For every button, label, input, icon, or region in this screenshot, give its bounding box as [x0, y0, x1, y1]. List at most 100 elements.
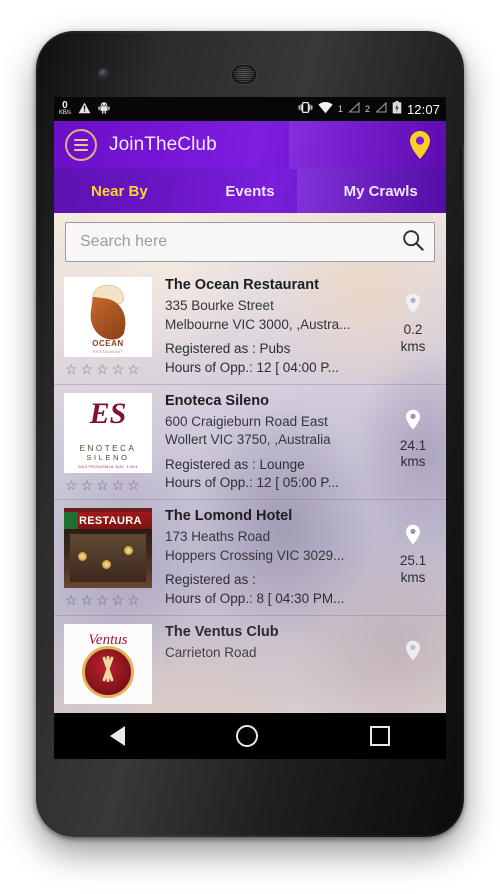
battery-charging-icon	[392, 101, 402, 117]
sim2-signal-icon	[375, 101, 387, 116]
venue-thumbnail-column: OCEAN RESTAURANT ☆ ☆ ☆ ☆ ☆	[64, 277, 156, 376]
status-bar-left-group: 0 KB/s	[54, 101, 110, 116]
venue-distance-unit: kms	[400, 454, 426, 470]
venue-hours: Hours of Opp.: 12 [ 04:00 P...	[165, 359, 339, 375]
warning-triangle-icon	[78, 102, 91, 117]
venue-hours: Hours of Opp.: 12 [ 05:00 P...	[165, 475, 339, 491]
search-bar-container	[54, 213, 446, 269]
location-pin-icon	[405, 409, 421, 435]
earpiece-speaker-icon	[232, 65, 256, 84]
table-row[interactable]: OCEAN RESTAURANT ☆ ☆ ☆ ☆ ☆ The Ocean Res…	[54, 269, 446, 385]
lomond-hotel-photo: RESTAURA	[64, 508, 152, 588]
tab-near-by[interactable]: Near By	[54, 183, 185, 200]
app-title: JoinTheClub	[109, 134, 217, 155]
venue-address-line1: Carrieton Road	[165, 644, 257, 660]
venue-distance-column: 0.2 kms	[388, 277, 438, 356]
venue-meta: Registered as : Hours of Opp.: 8 [ 04:30…	[165, 571, 388, 608]
venue-meta: Registered as : Lounge Hours of Opp.: 12…	[165, 456, 388, 493]
venue-registered-as: Registered as :	[165, 572, 256, 588]
venue-thumbnail-column: RESTAURA ☆ ☆ ☆ ☆ ☆	[64, 508, 156, 607]
star-icon[interactable]: ☆	[112, 593, 125, 607]
star-icon[interactable]: ☆	[81, 478, 94, 492]
home-circle-icon[interactable]	[236, 725, 259, 747]
venue-address-line1: 173 Heaths Road	[165, 529, 271, 544]
venue-name: Enoteca Sileno	[165, 392, 269, 409]
star-icon[interactable]: ☆	[112, 478, 125, 492]
star-icon[interactable]: ☆	[96, 362, 109, 376]
star-icon[interactable]: ☆	[65, 362, 78, 376]
table-row[interactable]: Ventus The Ventus Club Carrieton Road	[54, 616, 446, 728]
android-robot-icon	[98, 101, 110, 117]
venue-name: The Ventus Club	[165, 623, 279, 640]
hamburger-menu-icon[interactable]	[65, 129, 97, 161]
network-speed-indicator: 0 KB/s	[59, 100, 71, 116]
phone-top-hardware	[36, 31, 464, 97]
star-icon[interactable]: ☆	[127, 362, 140, 376]
search-box[interactable]	[65, 222, 435, 262]
tab-my-crawls[interactable]: My Crawls	[315, 183, 446, 200]
power-button[interactable]	[460, 146, 464, 202]
table-row[interactable]: RESTAURA ☆ ☆ ☆ ☆ ☆ The Lomond Hotel 173 …	[54, 500, 446, 616]
venue-meta: Registered as : Pubs Hours of Opp.: 12 […	[165, 340, 388, 377]
star-icon[interactable]: ☆	[127, 478, 140, 492]
enoteca-sileno-logo: ES ENOTECA SILENO GASTRONOMIA DAL 1953	[64, 392, 152, 473]
search-input[interactable]	[78, 232, 402, 252]
phone-screen: 0 KB/s 1 2 12:07 JoinTheClub Near By Eve…	[54, 97, 446, 759]
wifi-icon	[318, 101, 333, 117]
venue-name: The Lomond Hotel	[165, 508, 293, 524]
rating-stars[interactable]: ☆ ☆ ☆ ☆ ☆	[64, 362, 156, 376]
venue-registered-as: Registered as : Lounge	[165, 456, 305, 472]
venue-address-line2: Wollert VIC 3750, ,Australia	[165, 432, 331, 448]
venue-distance-value: 25.1	[399, 553, 427, 568]
venue-address-line2: Hoppers Crossing VIC 3029...	[165, 547, 345, 563]
ventus-club-logo: Ventus	[64, 623, 152, 704]
star-icon[interactable]: ☆	[127, 593, 140, 607]
android-navigation-bar	[54, 713, 446, 759]
status-bar-right-group: 1 2 12:07	[298, 101, 446, 117]
location-pin-icon	[405, 640, 421, 666]
star-icon[interactable]: ☆	[96, 593, 109, 607]
recents-square-icon[interactable]	[370, 726, 391, 746]
venue-name: The Ocean Restaurant	[165, 277, 319, 293]
volume-button[interactable]	[36, 201, 39, 283]
ocean-restaurant-logo: OCEAN RESTAURANT	[64, 277, 152, 357]
venue-distance-unit: kms	[400, 569, 426, 585]
table-row[interactable]: ES ENOTECA SILENO GASTRONOMIA DAL 1953 ☆…	[54, 385, 446, 500]
rating-stars[interactable]: ☆ ☆ ☆ ☆ ☆	[64, 593, 156, 607]
location-pin-icon	[405, 524, 421, 550]
star-icon[interactable]: ☆	[96, 478, 109, 492]
venue-address-line1: 335 Bourke Street	[165, 298, 274, 313]
star-icon[interactable]: ☆	[65, 478, 78, 492]
venue-distance-value: 0.2	[403, 322, 423, 337]
location-pin-icon	[405, 293, 421, 319]
phone-device-frame: 0 KB/s 1 2 12:07 JoinTheClub Near By Eve…	[36, 31, 464, 837]
venue-address-line1: 600 Craigieburn Road East	[165, 413, 328, 429]
sim1-signal-icon	[348, 101, 360, 116]
tab-events[interactable]: Events	[185, 183, 316, 200]
app-bar: JoinTheClub	[54, 121, 446, 169]
sim2-label: 2	[364, 104, 370, 114]
back-triangle-icon[interactable]	[109, 726, 125, 746]
venue-distance-column	[388, 624, 438, 666]
venue-thumbnail-column: ES ENOTECA SILENO GASTRONOMIA DAL 1953 ☆…	[64, 392, 156, 492]
venue-info-column: The Lomond Hotel 173 Heaths Road Hoppers…	[156, 508, 388, 609]
venue-info-column: The Ocean Restaurant 335 Bourke Street M…	[156, 277, 388, 378]
rating-stars[interactable]: ☆ ☆ ☆ ☆ ☆	[64, 478, 156, 492]
venue-thumbnail-column: Ventus	[64, 623, 156, 704]
venue-distance-column: 24.1 kms	[388, 393, 438, 472]
front-camera-icon	[99, 69, 108, 78]
android-status-bar: 0 KB/s 1 2 12:07	[54, 97, 446, 121]
sim1-label: 1	[337, 104, 343, 114]
content-area: OCEAN RESTAURANT ☆ ☆ ☆ ☆ ☆	[54, 213, 446, 759]
star-icon[interactable]: ☆	[81, 362, 94, 376]
star-icon[interactable]: ☆	[81, 593, 94, 607]
star-icon[interactable]: ☆	[112, 362, 125, 376]
search-icon[interactable]	[402, 229, 424, 256]
location-pin-icon[interactable]	[408, 130, 432, 160]
star-icon[interactable]: ☆	[65, 593, 78, 607]
venue-hours: Hours of Opp.: 8 [ 04:30 PM...	[165, 590, 345, 606]
venue-distance-column: 25.1 kms	[388, 508, 438, 587]
venue-info-column: The Ventus Club Carrieton Road	[156, 624, 388, 663]
venue-distance-value: 24.1	[399, 437, 427, 453]
tab-bar: Near By Events My Crawls	[54, 169, 446, 213]
